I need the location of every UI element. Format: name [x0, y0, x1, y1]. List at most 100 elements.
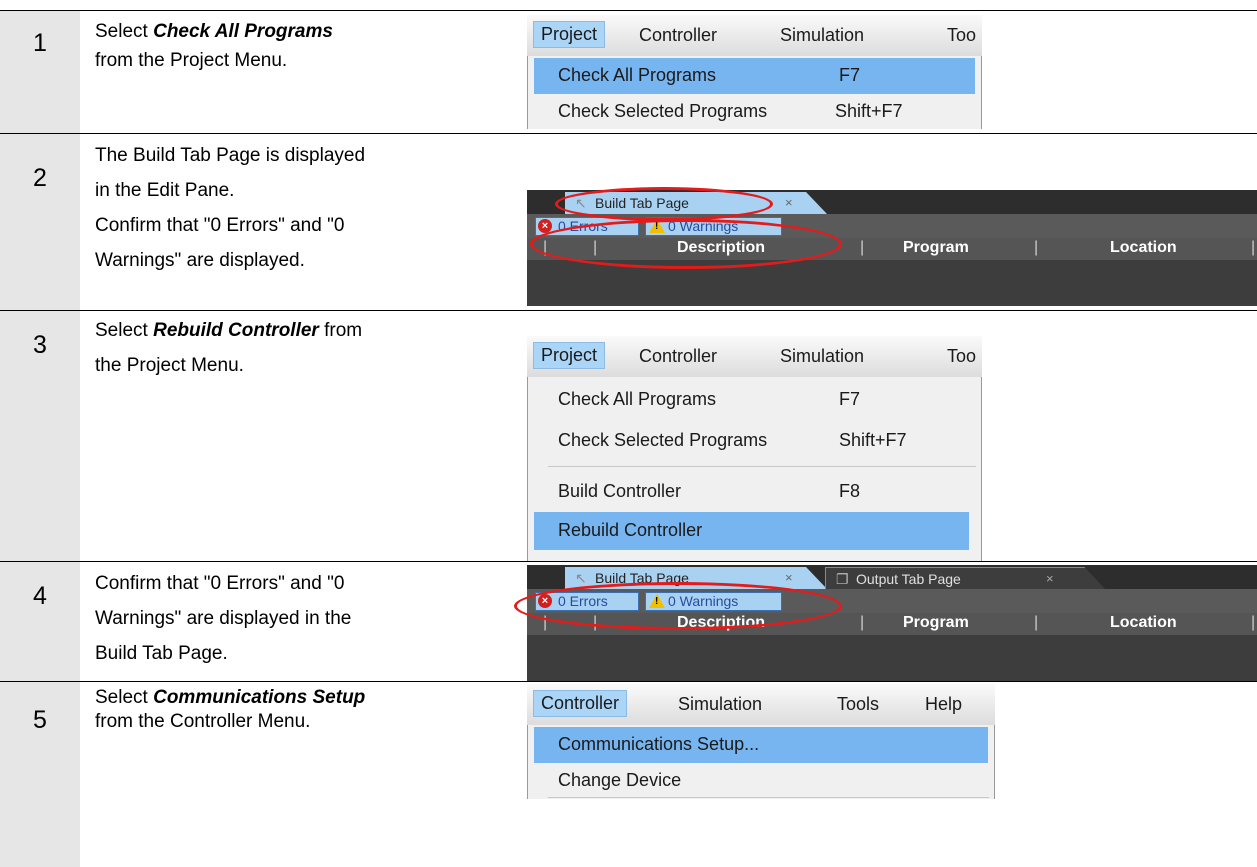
instruction-line: The Build Tab Page is displayed: [95, 145, 366, 166]
column-separator: |: [1034, 614, 1039, 631]
step-instruction: Select Rebuild Controller from the Proje…: [95, 313, 505, 383]
controller-dropdown: Communications Setup... Change Device: [527, 725, 995, 799]
instruction-bold: Check All Programs: [153, 21, 333, 42]
instruction-line: Warnings" are displayed in the: [95, 608, 352, 629]
menu-simulation[interactable]: Simulation: [780, 346, 864, 367]
menu-item-label: Build Controller: [558, 481, 682, 501]
project-dropdown: Check All Programs F7 Check Selected Pro…: [527, 377, 982, 562]
tab-output[interactable]: ❐ Output Tab Page ×: [825, 567, 1107, 591]
menu-item-build-controller[interactable]: Build Controller F8: [528, 474, 981, 510]
menu-tools[interactable]: Too: [947, 346, 976, 367]
project-menu-screenshot: Project Controller Simulation Too Check …: [527, 336, 982, 562]
instruction-line: Confirm that "0 Errors" and "0: [95, 215, 345, 236]
step-number-cell: 2: [0, 134, 80, 310]
step-number: 5: [33, 706, 47, 734]
menu-controller[interactable]: Controller: [639, 25, 717, 46]
menu-item-label: Check Selected Programs: [558, 101, 768, 121]
column-location[interactable]: Location: [1110, 614, 1177, 632]
menu-project[interactable]: Project: [533, 342, 606, 369]
instruction-line: Build Tab Page.: [95, 643, 228, 664]
column-separator: |: [1034, 239, 1039, 256]
step-number: 3: [33, 331, 47, 359]
instruction-text: Select: [95, 21, 154, 42]
step-instruction: Select Check All Programs from the Proje…: [95, 17, 505, 75]
column-separator: |: [1251, 239, 1256, 256]
column-separator: |: [1251, 614, 1256, 631]
menu-item-check-all-programs[interactable]: Check All Programs F7: [534, 58, 975, 94]
menu-item-label: Check Selected Programs: [558, 430, 768, 450]
column-separator: |: [860, 614, 865, 631]
menu-controller[interactable]: Controller: [533, 690, 628, 717]
close-icon[interactable]: ×: [785, 195, 793, 210]
step-row-5: 5 Select Communications Setup from the C…: [0, 681, 1257, 867]
menu-item-communications-setup[interactable]: Communications Setup...: [534, 727, 988, 763]
menu-item-label: Communications Setup...: [558, 734, 760, 754]
column-location[interactable]: Location: [1110, 239, 1177, 257]
project-menu-screenshot: Project Controller Simulation Too Check …: [527, 15, 982, 129]
step-number-cell: 4: [0, 562, 80, 681]
menu-item-shortcut: F8: [839, 481, 861, 501]
menu-item-change-device[interactable]: Change Device: [528, 763, 994, 799]
annotation-circle-counts: [530, 219, 842, 269]
menu-item-rebuild-controller[interactable]: Rebuild Controller: [534, 512, 969, 550]
menu-divider: [548, 797, 989, 798]
instruction-text: Select: [95, 687, 154, 708]
menu-divider: [548, 466, 976, 467]
instruction-bold: Communications Setup: [153, 687, 366, 708]
step-row-1: 1 Select Check All Programs from the Pro…: [0, 10, 1257, 133]
menu-item-shortcut: Shift+F7: [835, 101, 903, 121]
menu-bar: Project Controller Simulation Too: [527, 336, 982, 377]
instruction-line: Warnings" are displayed.: [95, 250, 305, 271]
step-number-cell: 3: [0, 311, 80, 561]
tab-label: Output Tab Page: [856, 571, 961, 587]
controller-menu-screenshot: Controller Simulation Tools Help Communi…: [527, 684, 995, 799]
build-icon: ↖: [575, 570, 587, 586]
instruction-text: Select: [95, 320, 154, 341]
menu-bar: Project Controller Simulation Too: [527, 15, 982, 56]
instruction-bold: Rebuild Controller: [153, 320, 319, 341]
instruction-text: from the Project Menu.: [95, 50, 288, 71]
step-row-3: 3 Select Rebuild Controller from the Pro…: [0, 310, 1257, 562]
step-number: 2: [33, 164, 47, 192]
menu-project[interactable]: Project: [533, 21, 606, 48]
step-number: 4: [33, 582, 47, 610]
column-program[interactable]: Program: [903, 614, 969, 632]
step-instruction: Select Communications Setup from the Con…: [95, 686, 505, 734]
close-icon[interactable]: ×: [1046, 571, 1054, 586]
instruction-text: the Project Menu.: [95, 355, 244, 376]
step-row-2: 2 The Build Tab Page is displayed in the…: [0, 133, 1257, 310]
menu-item-check-selected-programs[interactable]: Check Selected Programs Shift+F7: [528, 423, 981, 459]
step-number-cell: 1: [0, 11, 80, 133]
close-icon[interactable]: ×: [785, 570, 793, 585]
instruction-line: in the Edit Pane.: [95, 180, 235, 201]
step-instruction: Confirm that "0 Errors" and "0 Warnings"…: [95, 566, 505, 671]
output-icon: ❐: [836, 571, 849, 587]
menu-item-shortcut: Shift+F7: [839, 430, 907, 450]
column-separator: |: [860, 239, 865, 256]
menu-simulation[interactable]: Simulation: [678, 694, 762, 715]
instruction-text: from: [318, 320, 363, 341]
annotation-circle-tab: [555, 187, 773, 221]
step-instruction: The Build Tab Page is displayed in the E…: [95, 138, 505, 278]
menu-bar: Controller Simulation Tools Help: [527, 684, 995, 725]
project-dropdown: Check All Programs F7 Check Selected Pro…: [527, 56, 982, 129]
menu-item-label: Change Device: [558, 770, 682, 790]
column-program[interactable]: Program: [903, 239, 969, 257]
menu-item-check-all-programs[interactable]: Check All Programs F7: [528, 382, 981, 418]
step-row-4: 4 Confirm that "0 Errors" and "0 Warning…: [0, 561, 1257, 681]
instruction-line: Confirm that "0 Errors" and "0: [95, 573, 345, 594]
menu-item-label: Rebuild Controller: [558, 520, 703, 540]
step-number-cell: 5: [0, 682, 80, 867]
menu-item-check-selected-programs[interactable]: Check Selected Programs Shift+F7: [528, 94, 981, 129]
menu-tools[interactable]: Tools: [837, 694, 879, 715]
instruction-text: from the Controller Menu.: [95, 711, 311, 732]
menu-item-shortcut: F7: [839, 65, 861, 85]
menu-tools[interactable]: Too: [947, 25, 976, 46]
menu-simulation[interactable]: Simulation: [780, 25, 864, 46]
menu-item-shortcut: F7: [839, 389, 861, 409]
annotation-circle-counts: [514, 582, 842, 630]
menu-controller[interactable]: Controller: [639, 346, 717, 367]
menu-item-label: Check All Programs: [558, 389, 717, 409]
menu-help[interactable]: Help: [925, 694, 962, 715]
menu-item-label: Check All Programs: [558, 65, 717, 85]
